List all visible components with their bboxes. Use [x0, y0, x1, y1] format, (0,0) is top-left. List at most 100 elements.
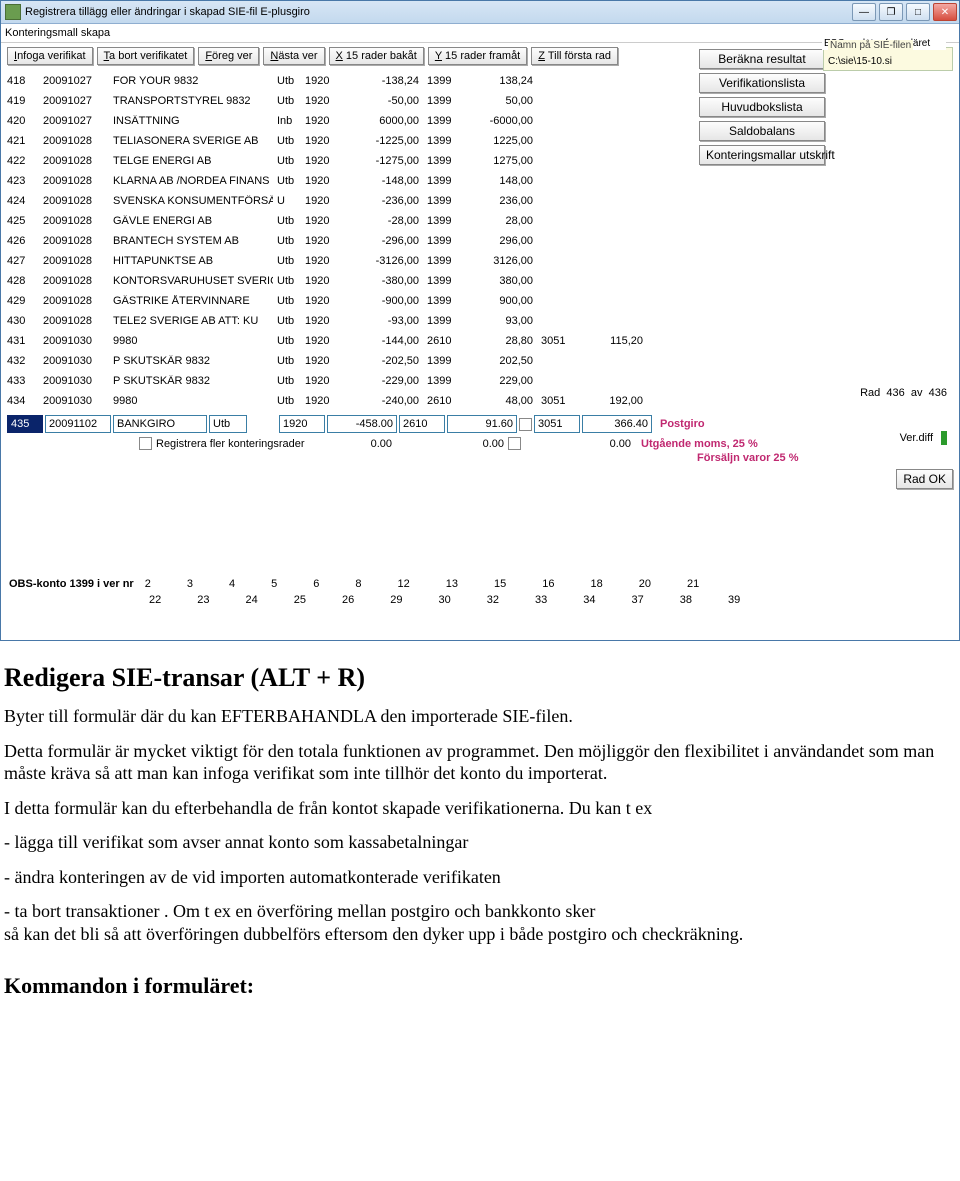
delete-verification-button[interactable]: Ta bort verifikatet: [97, 47, 195, 65]
next-ver-button[interactable]: Nästa ver: [263, 47, 324, 65]
sie-filename-box: ESC avslutar formuläret Namn på SIE-file…: [823, 47, 953, 71]
doc-heading: Redigera SIE-transar (ALT + R): [4, 663, 954, 693]
rad-ok-button[interactable]: Rad OK: [896, 469, 953, 489]
calc-result-button[interactable]: Beräkna resultat: [699, 49, 825, 69]
chk2[interactable]: [519, 418, 532, 431]
obs-num: 30: [439, 594, 451, 606]
doc-subheading: Kommandon i formuläret:: [4, 973, 954, 999]
obs-num: 21: [687, 578, 699, 590]
obs-num: 37: [632, 594, 644, 606]
table-row: 42820091028KONTORSVARUHUSET SVERIGEUtb19…: [7, 271, 953, 291]
document-text: Redigera SIE-transar (ALT + R) Byter til…: [0, 641, 958, 1039]
input-date[interactable]: 20091102: [45, 415, 111, 433]
input-desc[interactable]: BANKGIRO: [113, 415, 207, 433]
chk3[interactable]: [508, 437, 521, 450]
app-icon: [5, 4, 21, 20]
vat-label: Utgående moms, 25 %: [641, 438, 758, 450]
right-column: Beräkna resultat Verifikationslista Huvu…: [703, 49, 953, 165]
input-verno[interactable]: 435: [7, 415, 43, 433]
minimize-button[interactable]: —: [852, 3, 876, 21]
obs-num: 33: [535, 594, 547, 606]
input-acc3[interactable]: 3051: [534, 415, 580, 433]
obs-num: 32: [487, 594, 499, 606]
doc-p2: Detta formulär är mycket viktigt för den…: [4, 740, 954, 785]
input-amt2[interactable]: 91.60: [447, 415, 517, 433]
table-row: 43220091030P SKUTSKÄR 9832Utb1920-202,50…: [7, 351, 953, 371]
doc-p3: I detta formulär kan du efterbehandla de…: [4, 797, 954, 820]
filename-legend: Namn på SIE-filen: [828, 40, 913, 51]
second-input-row: Registrera fler konteringsrader 0.00 0.0…: [1, 435, 959, 452]
table-row: 431200910309980Utb1920-144,00261028,8030…: [7, 331, 953, 351]
insert-verification-button[interactable]: Infoga verifikat: [7, 47, 93, 65]
doc-li1: - lägga till verifikat som avser annat k…: [4, 831, 954, 854]
input-type[interactable]: Utb: [209, 415, 247, 433]
input-row: 435 20091102 BANKGIRO Utb 1920 -458.00 2…: [1, 413, 959, 435]
extra-amt1[interactable]: 0.00: [330, 438, 392, 450]
obs-section: OBS-konto 1399 i ver nr 2345681213151618…: [1, 574, 959, 610]
obs-num: 2: [145, 578, 151, 590]
postgiro-label: Postgiro: [660, 418, 705, 430]
obs-num: 18: [591, 578, 603, 590]
obs-num: 20: [639, 578, 651, 590]
doc-li3: - ta bort transaktioner . Om t ex en öve…: [4, 900, 954, 945]
obs-num: 16: [542, 578, 554, 590]
table-row: 42720091028HITTAPUNKTSE ABUtb1920-3126,0…: [7, 251, 953, 271]
extra-amt2[interactable]: 0.00: [442, 438, 504, 450]
table-row: 43320091030P SKUTSKÄR 9832Utb1920-229,00…: [7, 371, 953, 391]
doc-li2: - ändra konteringen av de vid importen a…: [4, 866, 954, 889]
obs-num: 4: [229, 578, 235, 590]
register-more-label: Registrera fler konteringsrader: [156, 438, 326, 450]
first-row-button[interactable]: Z Till första rad: [531, 47, 618, 65]
obs-num: 13: [446, 578, 458, 590]
obs-num: 38: [680, 594, 692, 606]
table-row: 42520091028GÄVLE ENERGI ABUtb1920-28,001…: [7, 211, 953, 231]
main-ledger-button[interactable]: Huvudbokslista: [699, 97, 825, 117]
obs-num: 6: [313, 578, 319, 590]
sales-label: Försäljn varor 25 %: [1, 452, 959, 464]
table-row: 42420091028SVENSKA KONSUMENTFÖRSÄKRU1920…: [7, 191, 953, 211]
extra-amt3[interactable]: 0.00: [569, 438, 631, 450]
input-amt1[interactable]: -458.00: [327, 415, 397, 433]
obs-num: 5: [271, 578, 277, 590]
balance-button[interactable]: Saldobalans: [699, 121, 825, 141]
window-title: Registrera tillägg eller ändringar i ska…: [25, 6, 849, 18]
input-amt3[interactable]: 366.40: [582, 415, 652, 433]
obs-num: 24: [246, 594, 258, 606]
table-row: 42320091028KLARNA AB /NORDEA FINANSUtb19…: [7, 171, 953, 191]
obs-num: 26: [342, 594, 354, 606]
obs-num: 29: [390, 594, 402, 606]
restore-button[interactable]: ❐: [879, 3, 903, 21]
sie-path: C:\sie\15-10.si: [828, 56, 948, 67]
obs-num: 22: [149, 594, 161, 606]
app-window: Registrera tillägg eller ändringar i ska…: [0, 0, 960, 641]
obs-num: 25: [294, 594, 306, 606]
doc-p1: Byter till formulär där du kan EFTERBAHA…: [4, 705, 954, 728]
obs-num: 23: [197, 594, 209, 606]
menu-item[interactable]: Konteringsmall skapa: [5, 27, 110, 39]
input-acc2[interactable]: 2610: [399, 415, 445, 433]
templates-print-button[interactable]: Konteringsmallar utskrift: [699, 145, 825, 165]
obs-num: 15: [494, 578, 506, 590]
table-row: 43020091028TELE2 SVERIGE AB ATT: KUUtb19…: [7, 311, 953, 331]
titlebar: Registrera tillägg eller ändringar i ska…: [1, 1, 959, 24]
prev-ver-button[interactable]: Föreg ver: [198, 47, 259, 65]
obs-num: 34: [583, 594, 595, 606]
table-row: 42620091028BRANTECH SYSTEM ABUtb1920-296…: [7, 231, 953, 251]
ver-diff: Ver.diff: [900, 431, 947, 445]
maximize-button[interactable]: □: [906, 3, 930, 21]
input-acc1[interactable]: 1920: [279, 415, 325, 433]
obs-num: 8: [355, 578, 361, 590]
table-row: 434200910309980Utb1920-240,00261048,0030…: [7, 391, 953, 411]
verification-list-button[interactable]: Verifikationslista: [699, 73, 825, 93]
obs-num: 39: [728, 594, 740, 606]
register-more-checkbox[interactable]: [139, 437, 152, 450]
fwd-15-button[interactable]: Y 15 rader framåt: [428, 47, 527, 65]
obs-num: 3: [187, 578, 193, 590]
close-button[interactable]: ✕: [933, 3, 957, 21]
back-15-button[interactable]: X 15 rader bakåt: [329, 47, 424, 65]
menubar: Konteringsmall skapa: [1, 24, 959, 43]
obs-label: OBS-konto 1399 i ver nr: [9, 578, 134, 590]
row-counter: Rad 436 av 436: [860, 387, 947, 399]
table-row: 42920091028GÄSTRIKE ÅTERVINNAREUtb1920-9…: [7, 291, 953, 311]
obs-num: 12: [398, 578, 410, 590]
